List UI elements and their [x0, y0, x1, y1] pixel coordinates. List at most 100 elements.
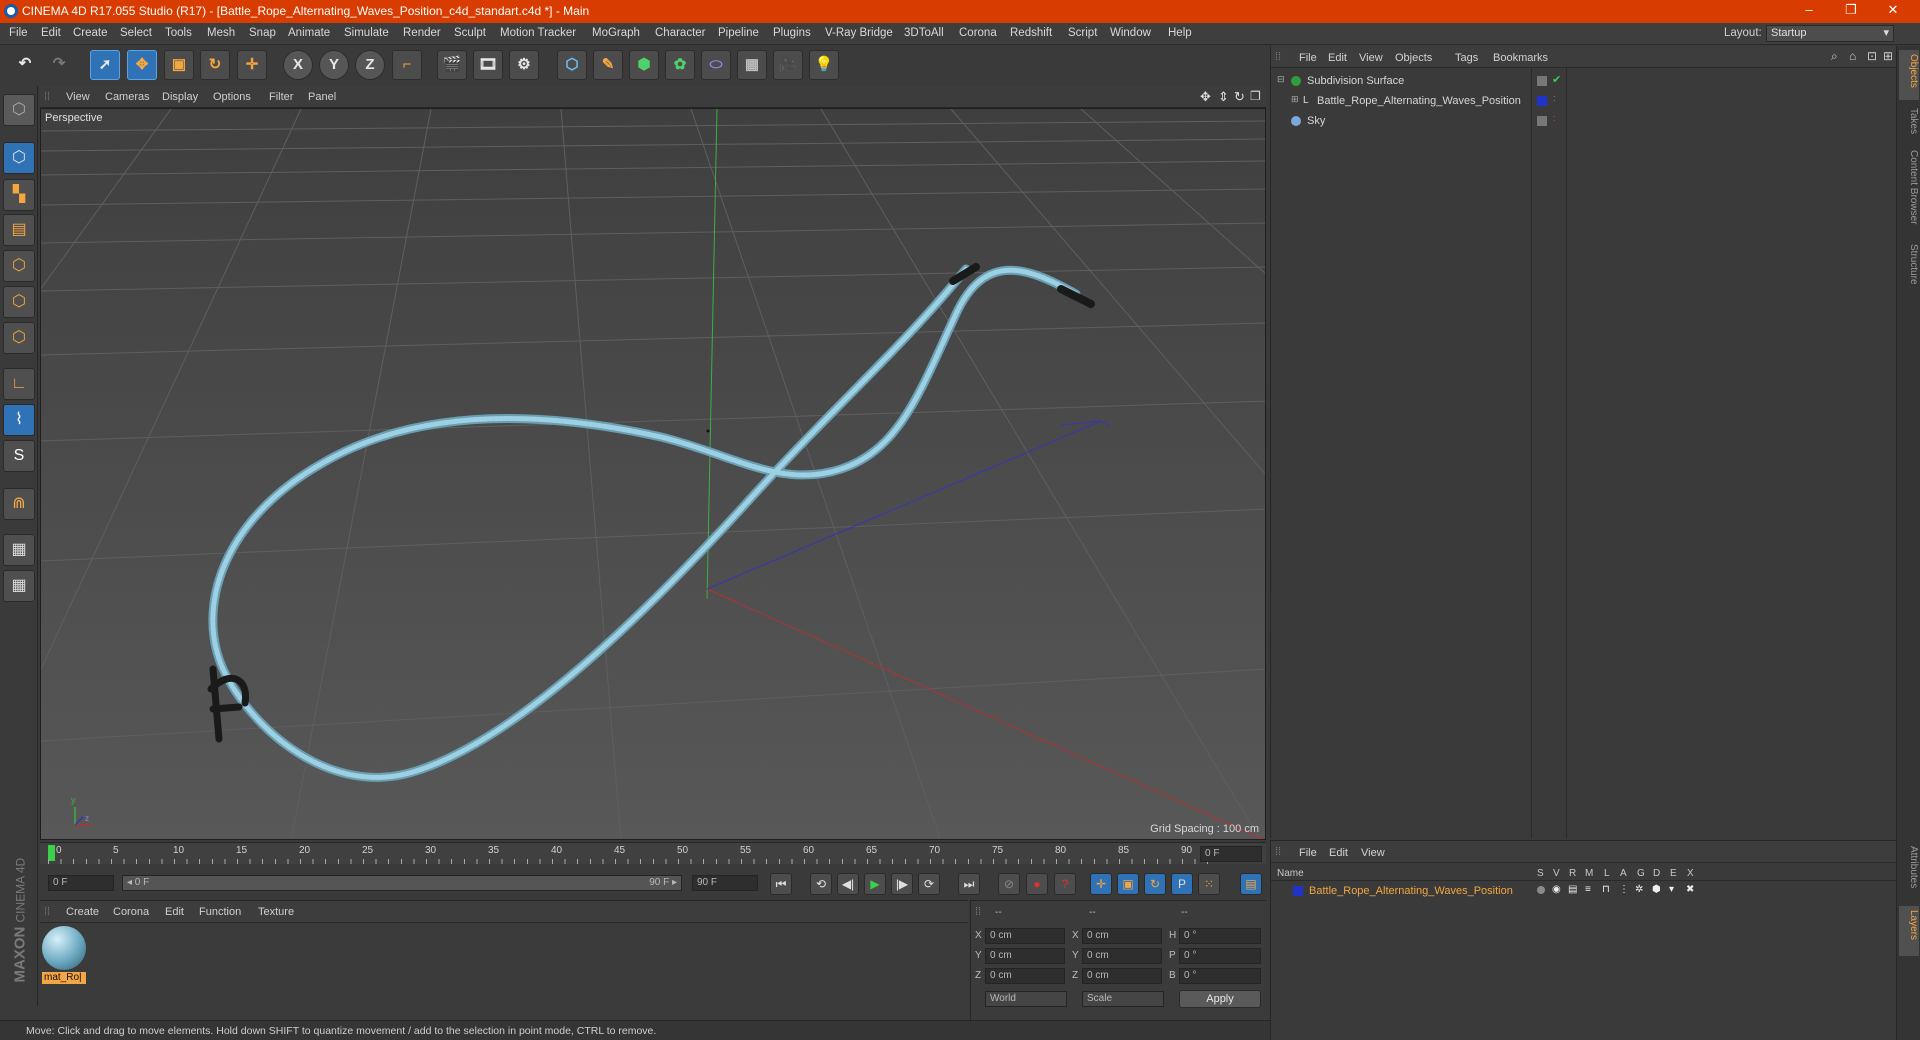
layer-icon[interactable] [1537, 116, 1547, 126]
scale-tool-icon[interactable]: ▣ [164, 50, 194, 80]
viewport-menu-view[interactable]: View [66, 91, 90, 103]
layer-color-icon[interactable] [1537, 96, 1547, 106]
tab-takes[interactable]: Takes [1899, 104, 1919, 144]
menu-edit[interactable]: Edit [41, 27, 61, 39]
restore-button[interactable]: ❐ [1836, 2, 1866, 20]
size-y-field[interactable]: 0 cm [1082, 948, 1162, 964]
collapse-icon[interactable]: ⊟ [1277, 74, 1285, 85]
tab-structure[interactable]: Structure [1899, 240, 1919, 300]
material-menu-function[interactable]: Function [199, 906, 241, 918]
viewport-maximize-icon[interactable]: ❐ [1250, 89, 1261, 103]
go-to-end-icon[interactable]: ⏭ [958, 873, 980, 895]
key-position-icon[interactable]: ✛ [1090, 873, 1112, 895]
go-to-start-icon[interactable]: ⏮ [770, 873, 792, 895]
menu-plugins[interactable]: Plugins [773, 27, 811, 39]
key-scale-icon[interactable]: ▣ [1117, 873, 1139, 895]
magnet-icon[interactable]: ⋒ [3, 488, 35, 520]
snap-icon[interactable]: S [3, 440, 35, 472]
perspective-viewport[interactable]: y z Perspective Grid Spacing : 100 cm [40, 108, 1266, 840]
menu-help[interactable]: Help [1168, 27, 1192, 39]
workplane-lock-icon[interactable]: ▦ [3, 534, 35, 566]
x-axis-lock-icon[interactable]: X [283, 50, 313, 80]
drag-handle-icon[interactable]: ⁞⁞ [975, 906, 981, 918]
play-icon[interactable]: ▶ [864, 873, 886, 895]
tab-content-browser[interactable]: Content Browser [1899, 146, 1919, 236]
material-menu-corona[interactable]: Corona [113, 906, 149, 918]
record-disabled-icon[interactable]: ⊘ [998, 873, 1020, 895]
tab-attributes[interactable]: Attributes [1899, 842, 1919, 902]
menu-select[interactable]: Select [120, 27, 152, 39]
menu-mesh[interactable]: Mesh [207, 27, 235, 39]
material-menu-texture[interactable]: Texture [258, 906, 294, 918]
model-mode-icon[interactable]: ⬡ [3, 142, 35, 174]
camera-icon[interactable]: 🎥 [773, 50, 803, 80]
viewport-menu-display[interactable]: Display [162, 91, 198, 103]
render-toggle-icon[interactable]: ▤ [1568, 884, 1577, 895]
close-button[interactable]: ✕ [1878, 2, 1908, 20]
enabled-check-icon[interactable]: ✔ [1552, 73, 1561, 86]
material-swatch[interactable]: mat_Ro| [42, 926, 86, 984]
menu-sculpt[interactable]: Sculpt [454, 27, 486, 39]
previous-frame-icon[interactable]: ◀| [837, 873, 859, 895]
home-icon[interactable]: ⌂ [1849, 49, 1856, 63]
apply-button[interactable]: Apply [1179, 990, 1261, 1008]
visibility-dots-icon[interactable]: : [1553, 93, 1556, 103]
menu-corona[interactable]: Corona [959, 27, 997, 39]
om-menu-tags[interactable]: Tags [1455, 52, 1478, 64]
pos-z-field[interactable]: 0 cm [985, 968, 1065, 984]
texture-mode-icon[interactable]: ▚ [3, 179, 35, 211]
eye-icon[interactable]: ◉ [1552, 884, 1561, 895]
rot-h-field[interactable]: 0 ° [1179, 928, 1261, 944]
render-view-icon[interactable]: 🎬 [437, 50, 467, 80]
next-frame-icon[interactable]: |▶ [891, 873, 913, 895]
current-frame-field[interactable]: 0 F [1200, 846, 1262, 862]
solo-toggle-icon[interactable] [1537, 886, 1545, 894]
move-tool-icon[interactable]: ✥ [127, 50, 157, 80]
coordinate-system-icon[interactable]: ⌐ [392, 50, 422, 80]
transform-tool-icon[interactable]: ✛ [237, 50, 267, 80]
tab-layers[interactable]: Layers [1899, 906, 1919, 956]
start-frame-field[interactable]: 0 F [48, 875, 114, 891]
rotate-tool-icon[interactable]: ↻ [200, 50, 230, 80]
coordinate-space-dropdown[interactable]: World [985, 991, 1067, 1007]
menu-tools[interactable]: Tools [165, 27, 192, 39]
end-frame-field[interactable]: 90 F [692, 875, 758, 891]
z-axis-lock-icon[interactable]: Z [355, 50, 385, 80]
om-menu-objects[interactable]: Objects [1395, 52, 1432, 64]
viewport-menu-panel[interactable]: Panel [308, 91, 336, 103]
drag-handle-icon[interactable]: ⁞⁞ [44, 906, 50, 918]
size-z-field[interactable]: 0 cm [1082, 968, 1162, 984]
menu-mograph[interactable]: MoGraph [592, 27, 640, 39]
layer-menu-view[interactable]: View [1361, 847, 1385, 859]
timeline-window-icon[interactable]: ▤ [1240, 873, 1262, 895]
layer-menu-file[interactable]: File [1299, 847, 1317, 859]
viewport-menu-filter[interactable]: Filter [269, 91, 293, 103]
tab-objects[interactable]: Objects [1899, 50, 1919, 100]
render-settings-icon[interactable]: ⚙ [509, 50, 539, 80]
viewport-scene[interactable]: y z [41, 109, 1266, 840]
viewport-menu-cameras[interactable]: Cameras [105, 91, 150, 103]
subdivision-surface-icon[interactable]: ⬢ [629, 50, 659, 80]
generator-toggle-icon[interactable]: ✲ [1635, 884, 1643, 895]
menu-motion-tracker[interactable]: Motion Tracker [500, 27, 576, 39]
edges-mode-icon[interactable]: ⬡ [3, 286, 35, 318]
viewport-rotate-icon[interactable]: ↻ [1234, 89, 1245, 105]
floor-icon[interactable]: ▦ [737, 50, 767, 80]
workplane-mode-icon[interactable]: ▤ [3, 214, 35, 246]
undo-icon[interactable]: ↶ [10, 50, 40, 80]
deformer-toggle-icon[interactable]: ⬢ [1652, 884, 1661, 895]
polygons-mode-icon[interactable]: ⬡ [3, 322, 35, 354]
menu-3dtoall[interactable]: 3DToAll [904, 27, 944, 39]
select-tool-icon[interactable]: ➚ [90, 50, 120, 80]
object-row-subdivision-surface[interactable]: ⊟ Subdivision Surface ✔ [1271, 73, 1897, 91]
lock-icon[interactable]: ⊞ [1883, 49, 1893, 63]
viewport-zoom-icon[interactable]: ⇕ [1218, 89, 1229, 105]
lock-toggle-icon[interactable]: ⊓ [1602, 884, 1610, 895]
size-mode-dropdown[interactable]: Scale [1082, 991, 1164, 1007]
menu-file[interactable]: File [9, 27, 28, 39]
previous-key-icon[interactable]: ⟲ [810, 873, 832, 895]
drag-handle-icon[interactable]: ⁞⁞ [1275, 846, 1281, 858]
record-active-icon[interactable]: ● [1026, 873, 1048, 895]
material-menu-edit[interactable]: Edit [165, 906, 184, 918]
menu-animate[interactable]: Animate [288, 27, 330, 39]
